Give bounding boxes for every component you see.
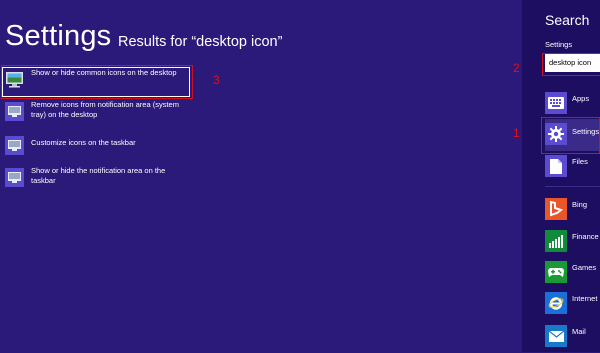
- category-label: Internet Explorer: [572, 294, 600, 303]
- result-show-hide-notification-area[interactable]: Show or hide the notification area on th…: [3, 166, 189, 194]
- result-label: Show or hide the notification area on th…: [31, 166, 166, 185]
- highlight-box-settings: [541, 117, 600, 154]
- gamepad-icon: [545, 261, 567, 283]
- category-label: Files: [572, 157, 588, 166]
- results-subtitle: Results for “desktop icon”: [118, 34, 283, 50]
- category-finance[interactable]: Finance: [545, 230, 600, 258]
- result-remove-notification-icons[interactable]: Remove icons from notification area (sys…: [3, 100, 189, 128]
- category-divider: [545, 186, 600, 187]
- annotation-2: 2: [513, 61, 520, 75]
- result-label: Remove icons from notification area (sys…: [31, 100, 179, 119]
- monitor-icon: [5, 168, 24, 187]
- monitor-icon: [5, 136, 24, 155]
- search-results-pane: Settings Results for “desktop icon” Show…: [0, 0, 522, 352]
- category-files[interactable]: Files: [545, 155, 600, 183]
- bing-icon: [545, 198, 567, 220]
- page-title: Settings: [5, 20, 112, 52]
- category-label: Mail: [572, 327, 586, 336]
- highlight-box-result: [1, 65, 193, 99]
- category-internet-explorer[interactable]: Internet Explorer: [545, 292, 600, 320]
- search-scope-label: Settings: [545, 40, 573, 49]
- category-games[interactable]: Games: [545, 261, 600, 289]
- keyboard-icon: [545, 92, 567, 114]
- charm-title: Search: [545, 12, 590, 28]
- monitor-icon: [5, 102, 24, 121]
- result-customize-taskbar-icons[interactable]: Customize icons on the taskbar: [3, 134, 189, 162]
- mail-icon: [545, 325, 567, 347]
- annotation-3: 3: [213, 73, 220, 87]
- highlight-box-search: [542, 53, 600, 76]
- category-apps[interactable]: Apps: [545, 92, 600, 120]
- category-label: Bing: [572, 200, 588, 209]
- category-mail[interactable]: Mail: [545, 325, 600, 353]
- file-icon: [545, 155, 567, 177]
- category-bing[interactable]: Bing: [545, 198, 600, 226]
- category-label: Apps: [572, 94, 590, 103]
- chart-icon: [545, 230, 567, 252]
- annotation-1: 1: [513, 126, 520, 140]
- search-charm: Search Settings Apps Settings Files Bing: [522, 0, 600, 352]
- ie-icon: [545, 292, 567, 314]
- category-label: Games: [572, 263, 597, 272]
- result-label: Customize icons on the taskbar: [31, 138, 136, 147]
- category-label: Finance: [572, 232, 599, 241]
- charm-divider-line: [537, 0, 538, 352]
